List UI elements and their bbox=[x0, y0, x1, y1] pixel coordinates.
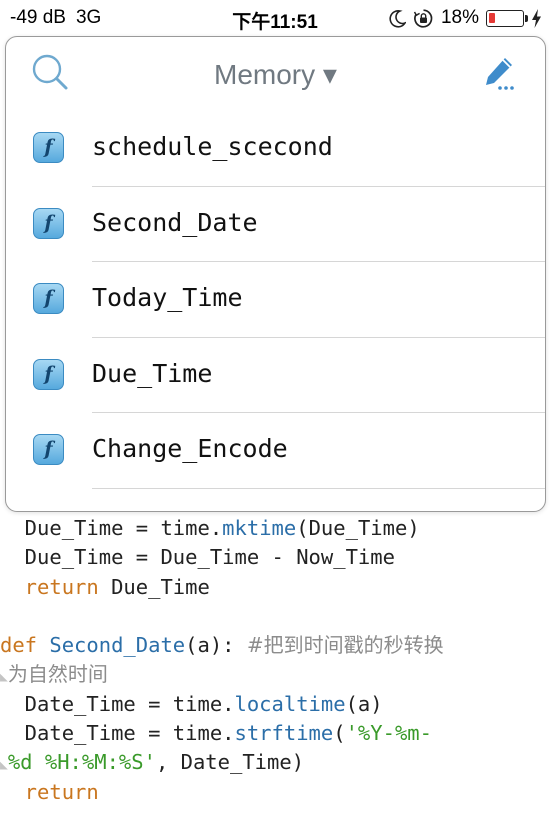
rotation-lock-icon bbox=[413, 8, 433, 28]
battery-level-fill bbox=[489, 12, 495, 23]
code-line: Date_Time = time.strftime('%Y-%m- bbox=[0, 721, 432, 746]
code-line: ◣为自然时间 bbox=[0, 660, 550, 689]
list-item-label: Due_Time bbox=[92, 358, 213, 388]
list-item[interactable]: f Second_Date bbox=[6, 187, 545, 262]
function-icon: f bbox=[33, 132, 64, 163]
code-line: Due_Time = Due_Time - Now_Time bbox=[0, 545, 395, 570]
divider bbox=[92, 487, 545, 489]
symbol-list: f schedule_scecond f Second_Date f Today… bbox=[6, 111, 545, 489]
moon-icon bbox=[389, 9, 406, 28]
edit-button[interactable] bbox=[479, 53, 519, 93]
list-item-label: Second_Date bbox=[92, 207, 258, 237]
function-icon: f bbox=[33, 358, 64, 390]
list-item[interactable]: f Today_Time bbox=[6, 262, 545, 338]
status-right: 18% bbox=[389, 6, 542, 30]
status-bar: -49 dB 3G 下午11:51 18% bbox=[0, 0, 550, 36]
code-line: Due_Time = time.mktime(Due_Time) bbox=[0, 516, 420, 540]
symbol-popover: Memory ▾ f schedule_scecond f Second_Dat… bbox=[5, 36, 546, 512]
function-icon: f bbox=[33, 434, 64, 465]
charging-bolt-icon bbox=[532, 8, 541, 28]
list-item-label: schedule_scecond bbox=[92, 132, 333, 161]
battery-icon bbox=[486, 9, 528, 27]
function-icon: f bbox=[33, 207, 64, 239]
battery-percent: 18% bbox=[440, 7, 479, 28]
code-line: return Due_Time bbox=[0, 574, 210, 599]
code-line: return bbox=[0, 779, 99, 804]
line-wrap-icon: ◣ bbox=[0, 758, 8, 774]
popover-header: Memory ▾ bbox=[6, 37, 545, 111]
list-item[interactable]: f schedule_scecond bbox=[6, 111, 545, 187]
code-line: def Second_Date(a): #把到时间戳的秒转换 bbox=[0, 633, 444, 658]
line-wrap-icon: ◣ bbox=[0, 670, 8, 686]
function-icon: f bbox=[33, 283, 64, 314]
edit-pencil-icon bbox=[486, 58, 514, 90]
code-line: Date_Time = time.localtime(a) bbox=[0, 691, 383, 716]
code-line: ◣%d %H:%M:%S', Date_Time) bbox=[0, 748, 550, 777]
list-item[interactable]: f Change_Encode bbox=[6, 413, 545, 489]
list-item-label: Change_Encode bbox=[92, 434, 288, 463]
list-item-label: Today_Time bbox=[92, 283, 243, 312]
list-item[interactable]: f Due_Time bbox=[6, 338, 545, 413]
popover-title-dropdown[interactable]: Memory ▾ bbox=[6, 58, 545, 91]
code-area[interactable]: Due_Time = time.mktime(Due_Time) Due_Tim… bbox=[0, 514, 550, 807]
